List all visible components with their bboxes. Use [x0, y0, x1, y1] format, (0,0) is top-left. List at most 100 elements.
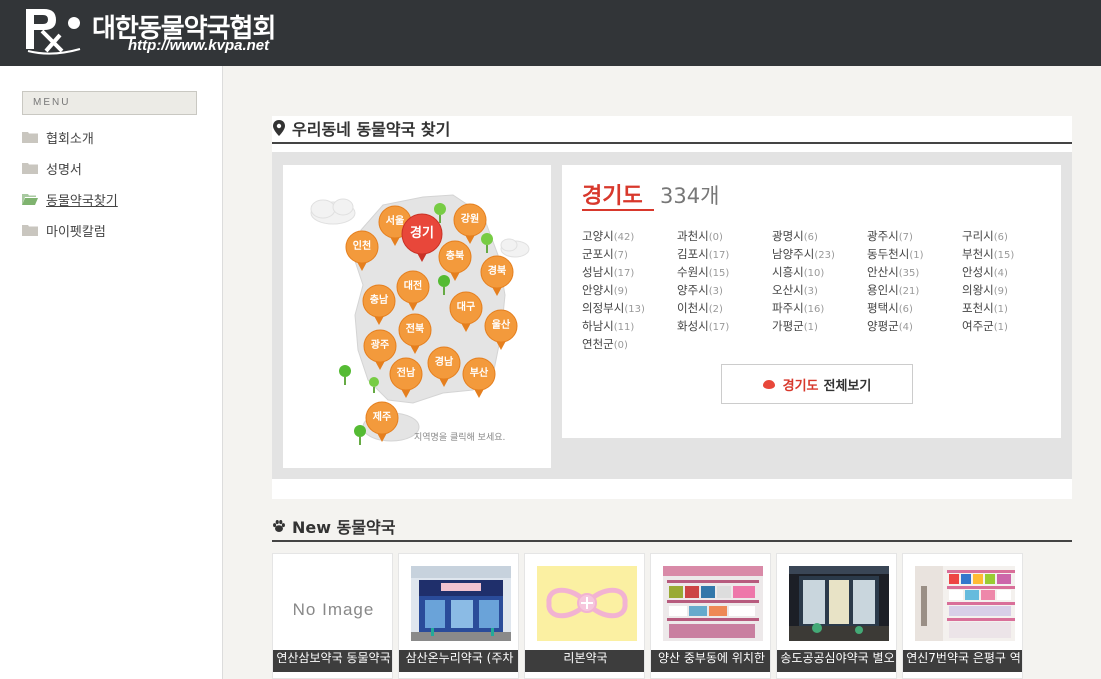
pharmacy-card[interactable]: 리본약국 [524, 553, 645, 679]
city-link[interactable]: 여주군(1) [962, 318, 1008, 334]
city-link[interactable]: 오산시(3) [772, 282, 818, 298]
pharmacy-card[interactable]: 삼산온누리약국 (주차 [398, 553, 519, 679]
map-hint: 지역명을 클릭해 보세요. [414, 433, 506, 443]
folder-icon [22, 225, 38, 236]
city-link[interactable]: 구리시(6) [962, 228, 1008, 244]
city-count: (10) [803, 268, 825, 279]
city-link[interactable]: 안양시(9) [582, 282, 628, 298]
region-pin[interactable]: 울산 [484, 309, 518, 351]
site-header: 대한동물약국협회 http://www.kvpa.net [0, 0, 1101, 66]
city-link[interactable]: 가평군(1) [772, 318, 818, 334]
pharmacy-card[interactable]: 연신7번약국 은평구 역 [902, 553, 1023, 679]
rx-logo-icon[interactable] [22, 5, 82, 57]
pharmacy-thumbnail [789, 566, 889, 641]
city-link[interactable]: 군포시(7) [582, 246, 628, 262]
region-pin[interactable]: 충북 [438, 240, 472, 282]
city-count: (6) [898, 304, 913, 315]
city-link[interactable]: 안산시(35) [867, 264, 919, 280]
city-name: 이천시 [677, 301, 709, 315]
new-pharmacies-title: New 동물약국 [272, 513, 395, 539]
city-link[interactable]: 파주시(16) [772, 300, 824, 316]
menu-header: MENU [22, 91, 197, 115]
city-count: (17) [708, 322, 730, 333]
region-pin[interactable]: 대전 [396, 270, 430, 312]
pharmacy-name: 리본약국 [525, 650, 644, 672]
sidebar-item-pet-column[interactable]: 마이펫칼럼 [22, 220, 106, 240]
region-pin[interactable]: 경남 [427, 346, 461, 388]
city-link[interactable]: 포천시(1) [962, 300, 1008, 316]
sidebar-item-statement[interactable]: 성명서 [22, 158, 82, 178]
city-link[interactable]: 양평군(4) [867, 318, 913, 334]
no-image-placeholder: No Image [292, 600, 375, 619]
city-name: 오산시 [772, 283, 804, 297]
city-link[interactable]: 용인시(21) [867, 282, 919, 298]
pharmacy-name: 양산 중부동에 위치한 [651, 650, 770, 672]
region-pin[interactable]: 충남 [362, 284, 396, 326]
region-label: 강원 [460, 214, 480, 225]
section-divider [272, 540, 1072, 542]
city-link[interactable]: 연천군(0) [582, 336, 628, 352]
pharmacy-thumbnail [663, 566, 763, 641]
pharmacy-name: 삼산온누리약국 (주차 [399, 650, 518, 672]
pharmacy-thumbnail [537, 566, 637, 641]
pharmacy-card[interactable]: 송도공공심야약국 별오 [776, 553, 897, 679]
region-pin[interactable]: 경북 [480, 255, 514, 297]
sidebar-item-label: 동물약국찾기 [46, 193, 118, 209]
finder-title: 우리동네 동물약국 찾기 [272, 115, 450, 141]
region-label: 제주 [372, 412, 392, 423]
pharmacy-card[interactable]: 양산 중부동에 위치한 [650, 553, 771, 679]
sidebar-item-label: 협회소개 [46, 131, 94, 147]
city-link[interactable]: 과천시(0) [677, 228, 723, 244]
city-link[interactable]: 평택시(6) [867, 300, 913, 316]
region-label: 충남 [369, 295, 389, 306]
folder-icon [22, 163, 38, 174]
city-link[interactable]: 고양시(42) [582, 228, 634, 244]
pharmacy-thumbnail [915, 566, 1015, 641]
city-name: 안성시 [962, 265, 994, 279]
city-link[interactable]: 시흥시(10) [772, 264, 824, 280]
city-link[interactable]: 수원시(15) [677, 264, 729, 280]
city-count: (7) [613, 250, 628, 261]
region-label: 충북 [445, 251, 465, 262]
city-name: 포천시 [962, 301, 994, 315]
province-name: 경기도 [582, 184, 643, 209]
city-link[interactable]: 광명시(6) [772, 228, 818, 244]
city-link[interactable]: 이천시(2) [677, 300, 723, 316]
city-count: (3) [803, 286, 818, 297]
city-link[interactable]: 화성시(17) [677, 318, 729, 334]
city-link[interactable]: 안성시(4) [962, 264, 1008, 280]
region-pin[interactable]: 부산 [462, 357, 496, 399]
city-name: 과천시 [677, 229, 709, 243]
city-link[interactable]: 성남시(17) [582, 264, 634, 280]
region-pin[interactable]: 대구 [449, 291, 483, 333]
pharmacy-name: 연산삼보약국 동물약국 [273, 650, 392, 672]
region-label: 경남 [434, 357, 454, 368]
city-link[interactable]: 남양주시(23) [772, 246, 835, 262]
city-count: (2) [708, 304, 723, 315]
city-count: (15) [993, 250, 1015, 261]
sidebar-item-label: 성명서 [46, 162, 82, 178]
pharmacy-card[interactable]: No Image 연산삼보약국 동물약국 [272, 553, 393, 679]
city-link[interactable]: 동두천시(1) [867, 246, 924, 262]
province-underline [582, 209, 654, 211]
sidebar-item-find-pharmacy[interactable]: 동물약국찾기 [22, 189, 118, 209]
region-pin[interactable]: 강원 [453, 203, 487, 245]
region-pin[interactable]: 경기 [401, 213, 443, 263]
city-link[interactable]: 의왕시(9) [962, 282, 1008, 298]
view-all-button[interactable]: 경기도 전체보기 [721, 364, 913, 404]
city-link[interactable]: 의정부시(13) [582, 300, 645, 316]
city-link[interactable]: 하남시(11) [582, 318, 634, 334]
region-pin[interactable]: 인천 [345, 230, 379, 272]
site-url[interactable]: http://www.kvpa.net [128, 37, 269, 54]
region-pin[interactable]: 제주 [365, 401, 399, 443]
city-link[interactable]: 광주시(7) [867, 228, 913, 244]
city-count: (7) [898, 232, 913, 243]
city-name: 양주시 [677, 283, 709, 297]
region-pin[interactable]: 전남 [389, 357, 423, 399]
city-name: 양평군 [867, 319, 899, 333]
city-link[interactable]: 양주시(3) [677, 282, 723, 298]
city-name: 광주시 [867, 229, 899, 243]
city-link[interactable]: 부천시(15) [962, 246, 1014, 262]
sidebar-item-about[interactable]: 협회소개 [22, 127, 94, 147]
city-link[interactable]: 김포시(17) [677, 246, 729, 262]
